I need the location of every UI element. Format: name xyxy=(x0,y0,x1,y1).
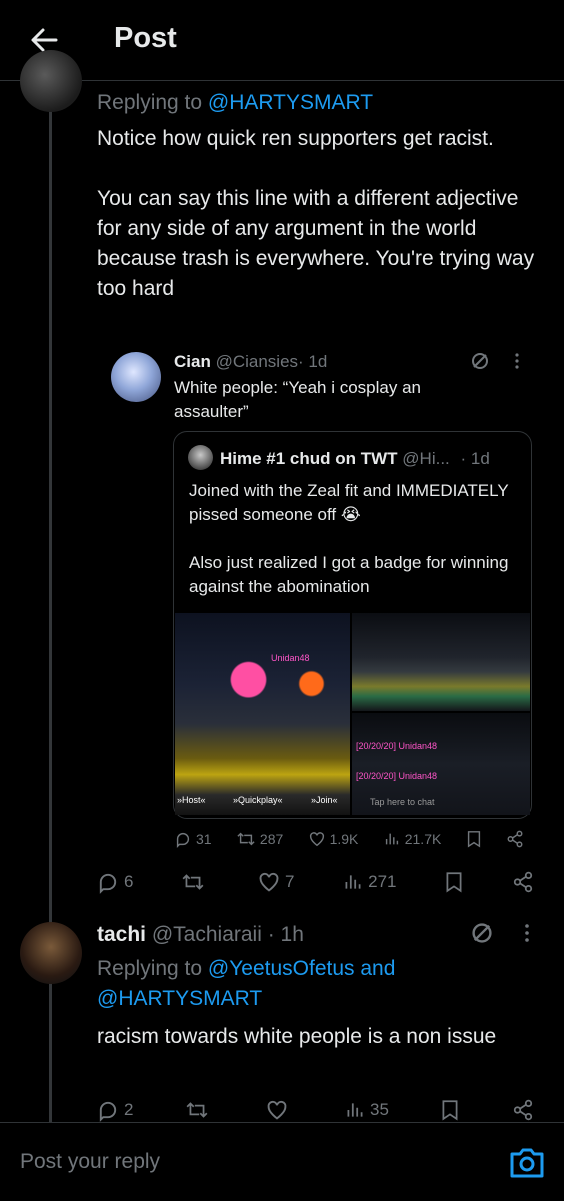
reply-count: 2 xyxy=(124,1100,134,1119)
post-body: Notice how quick ren supporters get raci… xyxy=(97,127,535,300)
views-icon xyxy=(347,1103,363,1117)
heart-icon xyxy=(259,872,279,892)
quoted-post-time: · 1d xyxy=(298,352,328,371)
share-icon xyxy=(507,830,523,848)
views-action[interactable]: 35 xyxy=(344,1099,389,1121)
game-join-label: »Join« xyxy=(311,795,338,805)
nested-post-time: · 1d xyxy=(460,449,490,468)
quoted-author-name: Cian xyxy=(174,352,211,371)
game-host-label: »Host« xyxy=(177,795,206,805)
repost-icon xyxy=(182,874,204,890)
bookmark-icon xyxy=(446,872,462,893)
page-title: Post xyxy=(114,22,177,54)
reply-icon xyxy=(99,873,117,894)
replying-to-prefix: Replying to xyxy=(97,957,208,980)
reply-action[interactable]: 6 xyxy=(96,870,133,894)
quoted-post-header[interactable]: Cian @Ciansies· 1d xyxy=(174,350,327,374)
game-chat-placeholder: Tap here to chat xyxy=(370,797,435,807)
game-quickplay-label: »Quickplay« xyxy=(233,795,283,805)
game-username-tag: Unidan48 xyxy=(271,653,310,663)
reply-action[interactable]: 2 xyxy=(96,1098,133,1122)
views-icon xyxy=(385,833,398,845)
share-icon xyxy=(513,1099,533,1121)
post-actions: 2 35 xyxy=(96,1096,534,1124)
replying-to: Replying to @YeetusOfetus and @HARTYSMAR… xyxy=(97,954,537,1014)
post-header[interactable]: tachi @Tachiaraii · 1h xyxy=(97,920,304,950)
avatar[interactable] xyxy=(20,922,82,984)
bookmark-action[interactable] xyxy=(444,871,464,893)
more-options-icon[interactable] xyxy=(514,352,520,370)
reply-input[interactable]: Post your reply xyxy=(20,1150,160,1174)
post-actions: 6 7 271 xyxy=(96,868,534,896)
nested-post-body: Joined with the Zeal fit and IMMEDIATELY… xyxy=(189,481,509,596)
reply-count: 31 xyxy=(196,831,212,847)
bookmark-icon xyxy=(442,1100,458,1121)
avatar[interactable] xyxy=(20,50,82,112)
heart-icon xyxy=(267,1100,286,1120)
heart-icon xyxy=(309,832,324,847)
like-action[interactable]: 7 xyxy=(257,870,294,894)
repost-icon xyxy=(237,832,255,846)
bookmark-action[interactable] xyxy=(466,830,482,848)
like-count: 1.9K xyxy=(329,831,359,847)
views-count: 35 xyxy=(370,1100,389,1119)
like-action[interactable] xyxy=(265,1098,293,1122)
views-icon xyxy=(345,875,361,889)
top-bar xyxy=(0,0,564,81)
post-time: · 1h xyxy=(267,923,304,946)
grok-icon[interactable] xyxy=(470,351,490,371)
repost-action[interactable] xyxy=(185,1099,213,1121)
nested-author-handle: @Hi... xyxy=(402,449,450,468)
replying-to: Replying to @HARTYSMART xyxy=(97,88,373,118)
quoted-avatar[interactable] xyxy=(111,352,161,402)
author-name: tachi xyxy=(97,923,147,946)
repost-icon xyxy=(186,1102,208,1118)
replying-to-prefix: Replying to xyxy=(97,91,208,114)
repost-count: 287 xyxy=(259,831,284,847)
nested-quote-header[interactable]: Hime #1 chud on TWT @Hi... · 1d xyxy=(220,447,520,471)
media-image-2[interactable] xyxy=(352,613,530,711)
views-action[interactable]: 21.7K xyxy=(383,830,442,848)
views-count: 271 xyxy=(368,872,397,891)
game-chat-line-2: [20/20/20] Unidan48 xyxy=(356,771,438,781)
reply-icon xyxy=(99,1101,117,1122)
camera-icon[interactable] xyxy=(508,1144,546,1180)
share-icon xyxy=(513,871,533,893)
game-chat-line-1: [20/20/20] Unidan48 xyxy=(356,741,438,751)
bookmark-action[interactable] xyxy=(440,1099,460,1121)
quoted-author-handle: @Ciansies xyxy=(215,352,299,371)
reply-count: 6 xyxy=(124,872,134,891)
reply-action[interactable]: 31 xyxy=(174,830,212,848)
post-body: racism towards white people is a non iss… xyxy=(97,1025,497,1048)
reply-icon xyxy=(176,832,190,848)
share-action[interactable] xyxy=(506,830,524,848)
share-action[interactable] xyxy=(512,871,534,893)
media-image-3[interactable]: [20/20/20] Unidan48 [20/20/20] Unidan48 … xyxy=(352,713,530,815)
repost-action[interactable] xyxy=(181,871,209,893)
media-image-1[interactable]: Unidan48 »Host« »Quickplay« »Join« xyxy=(175,613,350,815)
like-action[interactable]: 1.9K xyxy=(308,830,359,848)
quoted-post-body: White people: “Yeah i cosplay an assault… xyxy=(174,378,421,421)
grok-icon[interactable] xyxy=(470,921,494,945)
share-action[interactable] xyxy=(512,1099,534,1121)
author-handle: @Tachiaraii xyxy=(151,923,262,946)
like-count: 7 xyxy=(284,872,295,891)
repost-action[interactable]: 287 xyxy=(236,830,283,848)
more-options-icon[interactable] xyxy=(524,923,530,943)
nested-author-name: Hime #1 chud on TWT xyxy=(220,449,398,468)
views-action[interactable]: 271 xyxy=(342,871,397,893)
nested-post-actions: 31 287 1.9K 21.7K xyxy=(174,826,524,852)
views-count: 21.7K xyxy=(404,831,442,847)
nested-quote-avatar[interactable] xyxy=(188,445,213,470)
bookmark-icon xyxy=(467,831,480,848)
replying-to-handle[interactable]: @HARTYSMART xyxy=(208,91,373,114)
